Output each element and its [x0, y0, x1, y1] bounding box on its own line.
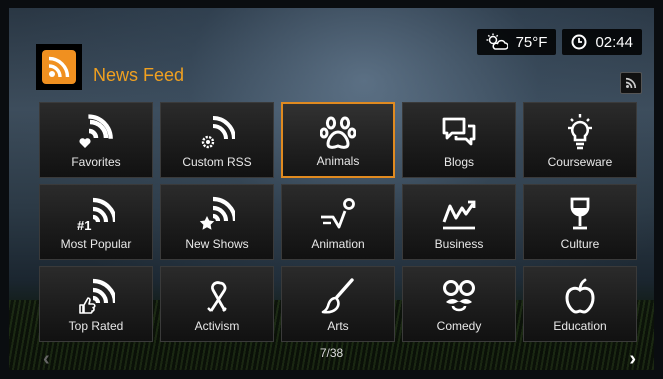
tile-label: Business [434, 237, 484, 251]
trend-chart-icon [403, 195, 515, 233]
tile-business[interactable]: Business [402, 184, 516, 260]
glasses-mustache-icon [403, 277, 515, 315]
paw-icon [283, 114, 393, 152]
tile-custom-rss[interactable]: Custom RSS [160, 102, 274, 178]
ribbon-icon [161, 277, 273, 315]
app-screen: 75°F 02:44 News Feed Favorites Custom RS… [9, 8, 654, 370]
paintbrush-icon [282, 277, 394, 315]
tile-comedy[interactable]: Comedy [402, 266, 516, 342]
tile-label: Arts [327, 319, 349, 333]
bouncing-ball-icon [282, 195, 394, 233]
rss-gear-icon [161, 113, 273, 151]
tile-label: Animation [311, 237, 365, 251]
temperature-text: 75°F [515, 33, 548, 51]
tile-animals[interactable]: Animals [281, 102, 395, 178]
wine-glass-icon [524, 195, 636, 233]
tile-activism[interactable]: Activism [160, 266, 274, 342]
svg-text:#1: #1 [77, 218, 91, 232]
tile-favorites[interactable]: Favorites [39, 102, 153, 178]
page-header: News Feed [36, 44, 184, 90]
tile-education[interactable]: Education [523, 266, 637, 342]
tile-label: Most Popular [60, 237, 132, 251]
time-text: 02:44 [595, 33, 633, 51]
tile-top-rated[interactable]: Top Rated [39, 266, 153, 342]
previous-page-arrow-icon[interactable]: ‹ [43, 348, 50, 370]
rss-options-icon[interactable] [620, 72, 642, 94]
tile-label: Top Rated [68, 319, 124, 333]
page-title: News Feed [93, 65, 185, 85]
rss-thumbs-up-icon [40, 277, 152, 315]
partly-cloudy-icon [486, 33, 508, 51]
clock-widget: 02:44 [562, 29, 642, 55]
app-logo [36, 44, 82, 90]
tile-courseware[interactable]: Courseware [523, 102, 637, 178]
tile-label: Favorites [71, 155, 121, 169]
page-indicator: 7/38 [319, 346, 344, 360]
rss-icon [42, 50, 76, 84]
rss-number-one-icon: #1 [40, 195, 152, 233]
tile-label: Animals [316, 154, 360, 168]
rss-star-icon [161, 195, 273, 233]
clock-icon [571, 34, 587, 50]
lightbulb-icon [524, 113, 636, 151]
rss-heart-icon [40, 113, 152, 151]
tile-arts[interactable]: Arts [281, 266, 395, 342]
tile-label: Courseware [547, 155, 613, 169]
tile-new-shows[interactable]: New Shows [160, 184, 274, 260]
tile-label: New Shows [185, 237, 249, 251]
weather-widget: 75°F [476, 29, 557, 55]
tile-most-popular[interactable]: #1 Most Popular [39, 184, 153, 260]
apple-icon [524, 277, 636, 315]
chat-bubbles-icon [403, 113, 515, 151]
tile-label: Comedy [436, 319, 482, 333]
tile-blogs[interactable]: Blogs [402, 102, 516, 178]
category-grid: Favorites Custom RSS Animals Blogs Cours… [39, 102, 637, 342]
tile-label: Activism [194, 319, 240, 333]
status-bar: 75°F 02:44 [476, 29, 642, 55]
tile-label: Blogs [443, 155, 475, 169]
tile-animation[interactable]: Animation [281, 184, 395, 260]
next-page-arrow-icon[interactable]: › [629, 348, 636, 370]
tile-label: Custom RSS [182, 155, 252, 169]
tile-culture[interactable]: Culture [523, 184, 637, 260]
tile-label: Culture [560, 237, 600, 251]
tile-label: Education [553, 319, 607, 333]
